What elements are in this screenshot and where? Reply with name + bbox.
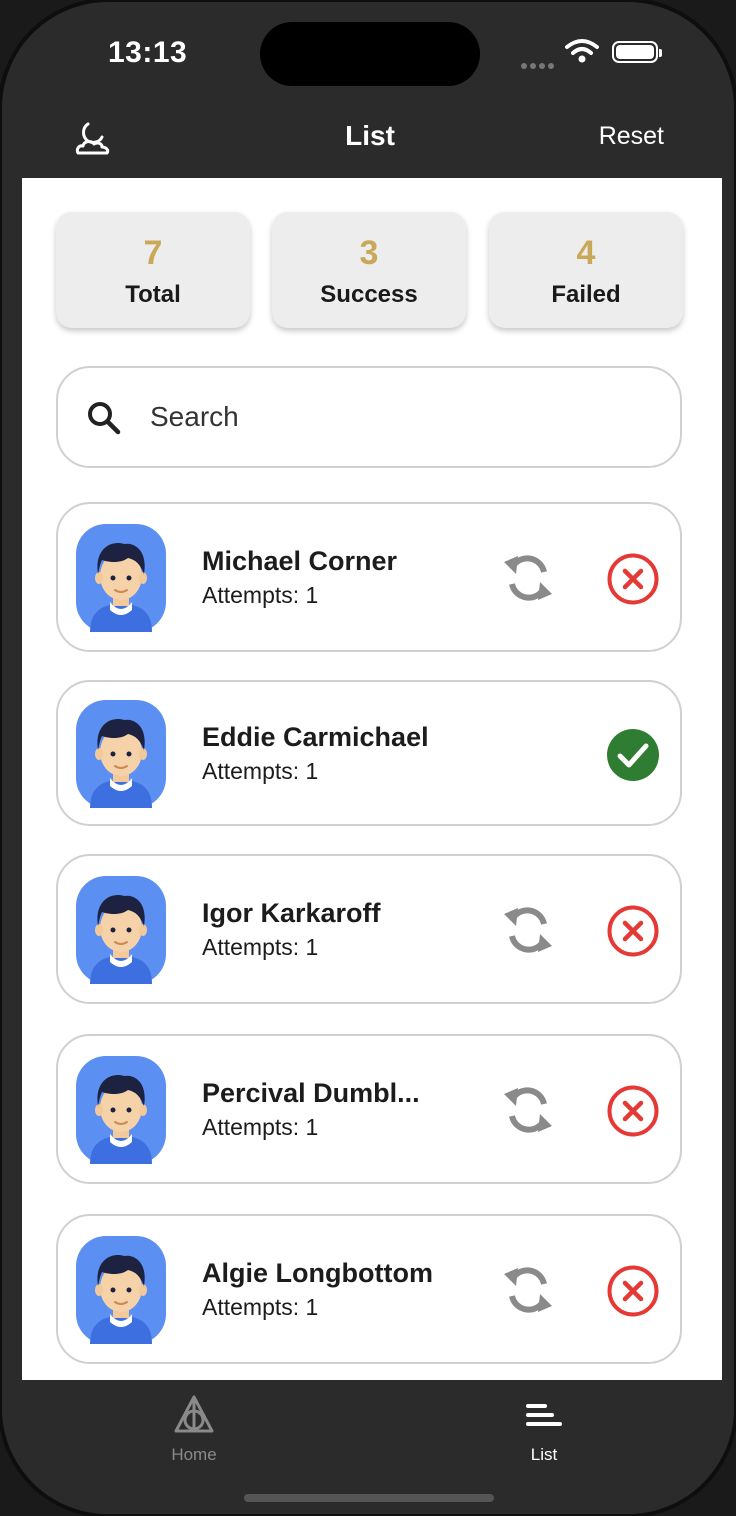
attempts-count: Attempts: 1 [202,582,319,608]
tab-list-label: List [530,1445,558,1464]
stat-success-value: 3 [359,234,379,272]
avatar-icon [76,876,166,984]
attempts-count: Attempts: 1 [202,1294,319,1320]
list-item[interactable]: Michael Corner Attempts: 1 [56,502,682,652]
list-item[interactable]: Algie Longbottom Attempts: 1 [56,1214,682,1364]
device-frame: 13:13 List Reset 7 Total 3 Success 4 Fai… [0,0,736,1516]
person-name: Michael Corner [202,546,398,576]
list-item[interactable]: Eddie Carmichael Attempts: 1 [56,680,682,826]
search-input[interactable] [150,396,650,438]
stat-failed-value: 4 [576,234,596,272]
dynamic-island [260,22,480,86]
tab-home[interactable]: Home [134,1394,254,1465]
cellular-signal-icon [521,56,557,74]
list-icon [526,1404,562,1426]
app-bar: List Reset [2,102,734,178]
person-name: Algie Longbottom [202,1258,433,1288]
success-status-icon [607,729,659,781]
retry-icon[interactable] [504,1082,552,1138]
list-item[interactable]: Igor Karkaroff Attempts: 1 [56,854,682,1004]
failed-status-icon [607,1265,659,1317]
tab-bar: Home List [2,1380,734,1514]
home-indicator [244,1494,494,1502]
stat-total-label: Total [125,281,181,308]
person-name: Igor Karkaroff [202,898,381,928]
stat-success-label: Success [320,281,418,308]
list-item[interactable]: Percival Dumbl... Attempts: 1 [56,1034,682,1184]
failed-status-icon [607,553,659,605]
wifi-icon [565,39,599,63]
retry-icon[interactable] [504,550,552,606]
avatar-icon [76,1236,166,1344]
stat-total-card: 7 Total [56,212,250,328]
stat-success-card: 3 Success [272,212,466,328]
retry-icon[interactable] [504,902,552,958]
attempts-count: Attempts: 1 [202,934,319,960]
person-name: Percival Dumbl... [202,1078,420,1108]
stat-total-value: 7 [143,234,163,272]
attempts-count: Attempts: 1 [202,758,319,784]
stats-row: 7 Total 3 Success 4 Failed [56,212,686,330]
tab-home-label: Home [171,1445,217,1464]
main-content: 7 Total 3 Success 4 Failed Search Michae… [22,178,722,1380]
status-time: 13:13 [108,36,188,69]
retry-icon[interactable] [504,1262,552,1318]
failed-status-icon [607,1085,659,1137]
search-icon [88,402,121,435]
attempts-count: Attempts: 1 [202,1114,319,1140]
status-bar: 13:13 [2,2,734,102]
reset-button[interactable]: Reset [599,122,664,151]
battery-icon [612,41,662,63]
avatar-icon [76,1056,166,1164]
stat-failed-card: 4 Failed [489,212,683,328]
deathly-hallows-icon [174,1395,214,1433]
avatar-icon [76,700,166,808]
search-bar[interactable] [56,366,682,468]
tab-list[interactable]: List [484,1394,604,1465]
failed-status-icon [607,905,659,957]
avatar-icon [76,524,166,632]
person-name: Eddie Carmichael [202,722,429,752]
stat-failed-label: Failed [551,281,621,308]
